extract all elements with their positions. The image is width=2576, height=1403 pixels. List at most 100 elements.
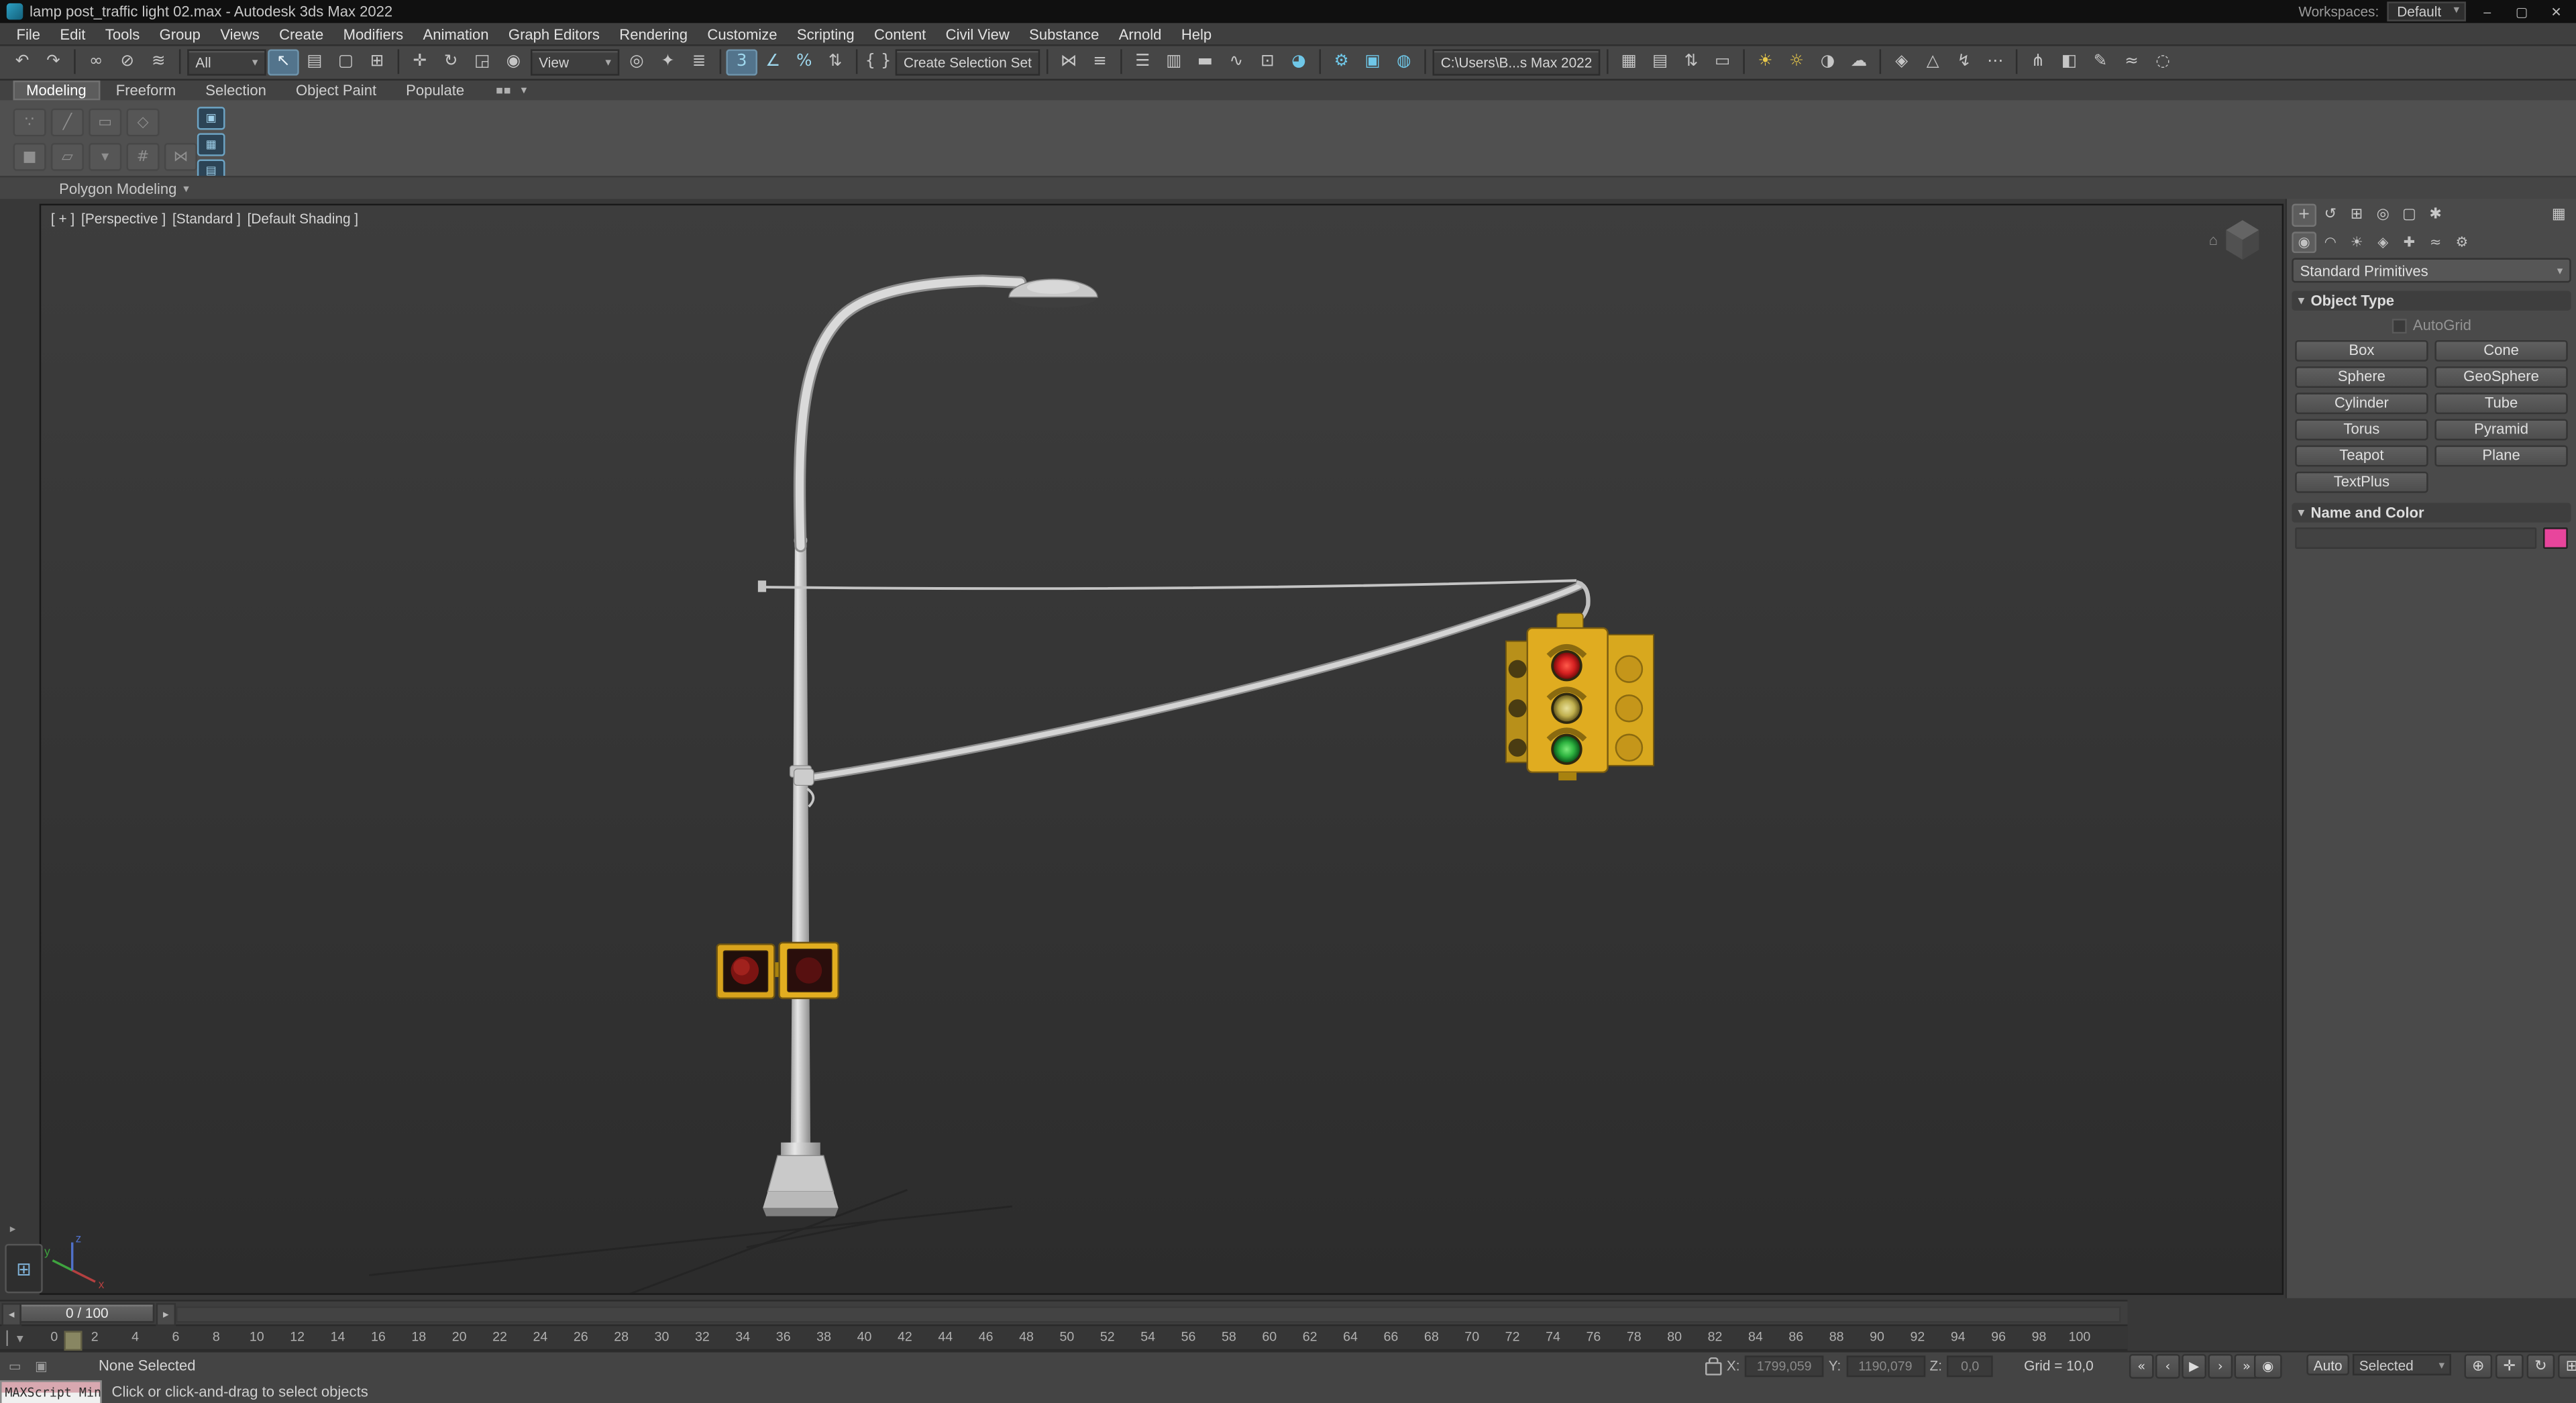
- project-folder-dropdown[interactable]: C:\Users\B...s Max 2022: [1432, 48, 1601, 75]
- keyboard-shortcut-override-icon[interactable]: ≣: [684, 48, 715, 74]
- parameter-editor-icon[interactable]: ✎: [2085, 48, 2116, 74]
- viewport-label-segment[interactable]: [Perspective ]: [81, 210, 166, 226]
- rendered-frame-window-icon[interactable]: ▣: [1357, 48, 1389, 74]
- align-icon[interactable]: ≡: [1084, 48, 1116, 74]
- z-field[interactable]: 0,0: [1947, 1355, 1993, 1377]
- notifications-icon[interactable]: ▣: [30, 1355, 52, 1375]
- angle-snap-icon[interactable]: ∠: [757, 48, 789, 74]
- daylight-system-icon[interactable]: ☼: [1781, 48, 1813, 74]
- object-name-field[interactable]: [2295, 527, 2537, 549]
- primitive-category-dropdown[interactable]: Standard Primitives ▾: [2292, 258, 2571, 283]
- primitive-button-tube[interactable]: Tube: [2434, 393, 2568, 415]
- unlink-selection-icon[interactable]: ⊘: [112, 48, 144, 74]
- exposure-control-icon[interactable]: ◑: [1812, 48, 1843, 74]
- x-field[interactable]: 1799,059: [1744, 1355, 1824, 1377]
- redo-icon[interactable]: ↷: [38, 48, 69, 74]
- ribbon-tab-modeling[interactable]: Modeling: [13, 81, 100, 101]
- select-and-manipulate-icon[interactable]: ✦: [652, 48, 684, 74]
- state-sets-icon[interactable]: ⋯: [1980, 48, 2011, 74]
- next-frame-button[interactable]: ›: [2208, 1353, 2233, 1379]
- manage-links-icon[interactable]: ⇅: [1676, 48, 1707, 74]
- edit-named-selection-sets-icon[interactable]: { }: [863, 48, 894, 74]
- primitive-button-plane[interactable]: Plane: [2434, 445, 2568, 467]
- edge-mode-icon[interactable]: ╱: [50, 108, 84, 137]
- object-type-rollout-header[interactable]: ▾ Object Type: [2292, 291, 2571, 311]
- prompt-window-icon[interactable]: ▭: [3, 1355, 26, 1375]
- bind-to-space-warp-icon[interactable]: ≋: [143, 48, 174, 74]
- menu-item-rendering[interactable]: Rendering: [610, 25, 698, 42]
- scene-states-icon[interactable]: ▤: [1644, 48, 1676, 74]
- shapes-category-icon[interactable]: ◠: [2318, 231, 2343, 253]
- ribbon-minimize-icon[interactable]: ▪▪: [490, 81, 516, 100]
- cameras-category-icon[interactable]: ◈: [2371, 231, 2396, 253]
- menu-item-content[interactable]: Content: [864, 25, 936, 42]
- panel-options-icon[interactable]: ▦: [2546, 204, 2571, 227]
- viewport-label-segment[interactable]: [Default Shading ]: [248, 210, 358, 226]
- minimize-button[interactable]: –: [2474, 1, 2500, 21]
- primitive-button-torus[interactable]: Torus: [2295, 419, 2428, 441]
- key-mode-toggle-icon[interactable]: ◉: [2254, 1353, 2282, 1379]
- primitive-button-cone[interactable]: Cone: [2434, 340, 2568, 362]
- menu-item-scripting[interactable]: Scripting: [787, 25, 864, 42]
- pin-stack-icon[interactable]: ▣: [197, 107, 225, 130]
- primitive-button-geosphere[interactable]: GeoSphere: [2434, 366, 2568, 388]
- next-frame-arrow[interactable]: ▸: [156, 1303, 176, 1327]
- selection-filter-dropdown[interactable]: All: [187, 48, 266, 75]
- curve-editor-icon[interactable]: ∿: [1221, 48, 1252, 74]
- menu-item-views[interactable]: Views: [211, 25, 270, 42]
- zoom-icon[interactable]: ⊕: [2464, 1353, 2493, 1379]
- lights-category-icon[interactable]: ☀: [2345, 231, 2369, 253]
- workspaces-dropdown[interactable]: Default: [2387, 1, 2466, 21]
- hierarchy-tab[interactable]: ⊞: [2345, 204, 2369, 227]
- menu-item-tools[interactable]: Tools: [95, 25, 150, 42]
- percent-snap-icon[interactable]: %: [789, 48, 820, 74]
- name-color-rollout-header[interactable]: ▾ Name and Color: [2292, 503, 2571, 523]
- viewcube[interactable]: ⌂: [2209, 219, 2262, 262]
- preserve-uvs-icon[interactable]: ▱: [50, 143, 84, 171]
- spinner-snap-icon[interactable]: ⇅: [820, 48, 851, 74]
- previous-frame-arrow[interactable]: ◂: [1, 1303, 21, 1327]
- viewcube-home-icon[interactable]: ⌂: [2209, 231, 2218, 248]
- ribbon-tab-freeform[interactable]: Freeform: [103, 81, 189, 100]
- primitive-button-textplus[interactable]: TextPlus: [2295, 471, 2428, 493]
- orbit-icon[interactable]: ↻: [2526, 1353, 2555, 1379]
- menu-item-modifiers[interactable]: Modifiers: [333, 25, 413, 42]
- menu-item-group[interactable]: Group: [150, 25, 211, 42]
- lamp-post-object[interactable]: [757, 274, 1591, 1216]
- menu-item-substance[interactable]: Substance: [1019, 25, 1109, 42]
- ribbon-panel-footer[interactable]: Polygon Modeling ▾: [0, 176, 2576, 199]
- previous-frame-button[interactable]: ‹: [2155, 1353, 2180, 1379]
- material-editor-icon[interactable]: ◕: [1283, 48, 1315, 74]
- track-bar[interactable]: ▏▾ 0 2 4 6 8 10 12 14 16 18 20 22 24 26 28 30 32 34 36 38 40…: [0, 1324, 2128, 1351]
- ribbon-options-caret[interactable]: ▾: [516, 81, 531, 100]
- select-and-place-icon[interactable]: ◉: [498, 48, 529, 74]
- environment-icon[interactable]: ☁: [1843, 48, 1875, 74]
- select-and-rotate-icon[interactable]: ↻: [435, 48, 467, 74]
- toggle-layer-explorer-icon[interactable]: ▥: [1159, 48, 1190, 74]
- create-tab[interactable]: +: [2292, 203, 2317, 227]
- utilities-tab[interactable]: ✱: [2423, 204, 2448, 227]
- maxscript-mini-listener[interactable]: MAXScript Mini: [0, 1379, 102, 1403]
- menu-item-civil-view[interactable]: Civil View: [936, 25, 1020, 42]
- time-slider-handle[interactable]: 0 / 100: [19, 1303, 155, 1323]
- viewport-layout-arrow-icon[interactable]: ▸: [10, 1223, 16, 1235]
- menu-item-customize[interactable]: Customize: [698, 25, 788, 42]
- menu-item-help[interactable]: Help: [1171, 25, 1222, 42]
- render-setup-icon[interactable]: ⚙: [1326, 48, 1357, 74]
- snaps-toggle-3d-icon[interactable]: 3: [726, 48, 757, 75]
- toggle-scene-explorer-icon[interactable]: ☰: [1127, 48, 1159, 74]
- menu-item-graph-editors[interactable]: Graph Editors: [498, 25, 609, 42]
- rectangular-selection-region-icon[interactable]: ▢: [330, 48, 362, 74]
- selection-set-dropdown[interactable]: Selected: [2352, 1353, 2451, 1375]
- named-selection-set-dropdown[interactable]: Create Selection Set: [895, 48, 1040, 75]
- helpers-category-icon[interactable]: ✚: [2397, 231, 2422, 253]
- primitive-button-cylinder[interactable]: Cylinder: [2295, 393, 2428, 415]
- animation-layers-icon[interactable]: ≈: [2116, 48, 2147, 74]
- substance-icon[interactable]: ◧: [2053, 48, 2085, 74]
- pedestrian-signal-object[interactable]: [716, 941, 839, 1000]
- systems-category-icon[interactable]: ⚙: [2449, 231, 2474, 253]
- polygon-mode-icon[interactable]: ◇: [126, 108, 160, 137]
- object-color-swatch[interactable]: [2543, 527, 2568, 549]
- perspective-viewport[interactable]: [ + ] [Perspective ] [Standard ] [Default S…: [39, 203, 2284, 1295]
- select-and-scale-icon[interactable]: ◲: [467, 48, 498, 74]
